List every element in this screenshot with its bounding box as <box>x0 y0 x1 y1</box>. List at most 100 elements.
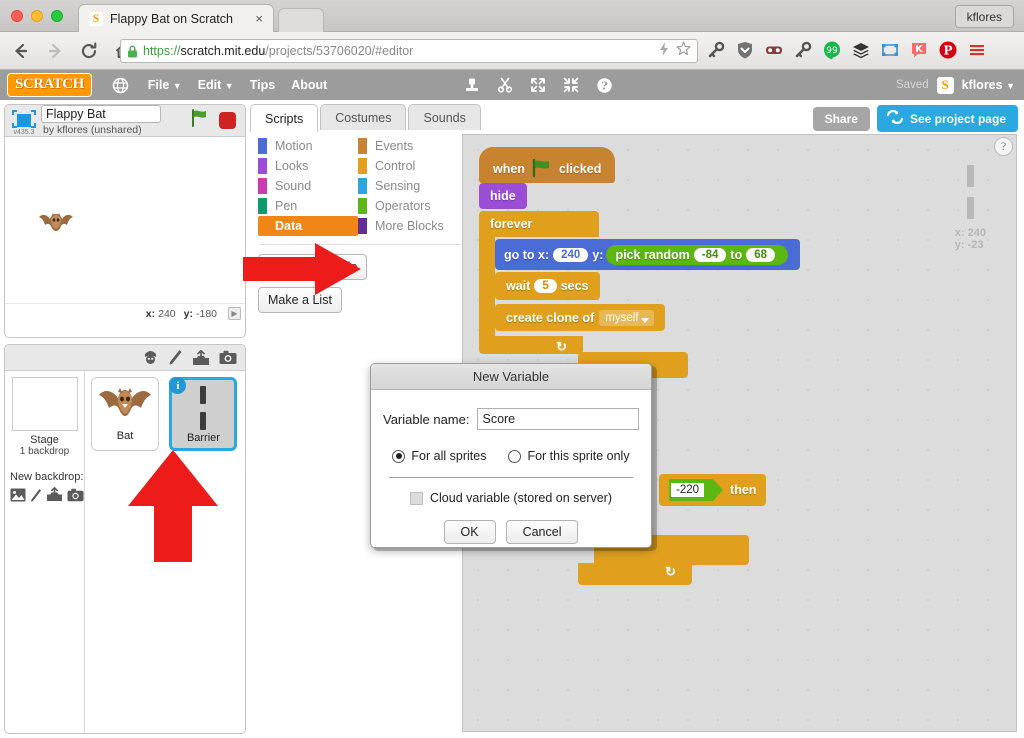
minimize-window-button[interactable] <box>31 10 43 22</box>
grow-icon[interactable] <box>527 74 549 96</box>
clone-target-dropdown[interactable]: myself <box>599 309 655 326</box>
camera-icon[interactable] <box>67 488 84 507</box>
cloud-variable-checkbox[interactable] <box>409 491 423 505</box>
block-hide[interactable]: hide <box>479 183 527 209</box>
browser-profile-button[interactable]: kflores <box>954 5 1014 28</box>
category-data[interactable]: Data <box>258 216 358 236</box>
block-when-flag-clicked[interactable]: when clicked <box>479 147 616 183</box>
forever-left-spine <box>479 237 495 336</box>
new-sprite-icon[interactable] <box>142 349 159 366</box>
k-icon[interactable]: K <box>907 38 931 62</box>
mask-icon[interactable] <box>762 38 786 62</box>
category-operators[interactable]: Operators <box>358 196 458 216</box>
cancel-button[interactable]: Cancel <box>505 520 579 544</box>
maximize-window-button[interactable] <box>51 10 63 22</box>
block-go-to-xy[interactable]: go to x: 240 y: pick random -84 to 68 <box>495 239 801 270</box>
key-icon[interactable] <box>704 38 728 62</box>
radio-for-all-sprites[interactable]: For all sprites <box>392 449 486 463</box>
block-forever[interactable]: forever <box>479 211 599 237</box>
ok-button[interactable]: OK <box>443 520 496 544</box>
shield-icon[interactable] <box>733 38 757 62</box>
if-value-input[interactable]: -220 <box>671 483 705 497</box>
forward-arrow-icon[interactable] <box>42 38 68 64</box>
layers-icon[interactable] <box>849 38 873 62</box>
category-more-blocks[interactable]: More Blocks <box>358 216 458 236</box>
menu-edit[interactable]: Edit ▼ <box>198 78 234 92</box>
svg-text:K: K <box>915 44 924 55</box>
variable-name-input[interactable]: Score <box>477 408 639 430</box>
block-hidden-foot[interactable]: ↻ <box>578 563 692 585</box>
category-sound[interactable]: Sound <box>258 176 358 196</box>
tab-sounds[interactable]: Sounds <box>408 104 481 130</box>
stage-expand-arrow[interactable]: ▶ <box>228 307 241 320</box>
menu-about[interactable]: About <box>291 78 327 92</box>
pick-random-to-input[interactable]: 68 <box>746 247 776 262</box>
close-icon[interactable]: × <box>255 11 263 26</box>
share-button[interactable]: Share <box>812 106 870 131</box>
category-control[interactable]: Control <box>358 156 458 176</box>
block-if-then[interactable]: -220 then <box>659 474 767 506</box>
small-stage-layout-icon[interactable]: v435.3 <box>11 108 37 136</box>
globe-icon[interactable] <box>110 74 132 96</box>
stop-icon[interactable] <box>219 112 236 129</box>
block-create-clone[interactable]: create clone of myself <box>495 304 666 331</box>
paint-icon[interactable] <box>30 488 42 507</box>
stage-canvas[interactable] <box>5 137 245 303</box>
category-events[interactable]: Events <box>358 136 458 156</box>
category-looks[interactable]: Looks <box>258 156 358 176</box>
see-project-page-button[interactable]: See project page <box>876 105 1018 132</box>
new-backdrop-label: New backdrop: <box>10 471 84 483</box>
category-sensing[interactable]: Sensing <box>358 176 458 196</box>
menu-tips[interactable]: Tips <box>250 78 275 92</box>
upload-sprite-icon[interactable] <box>192 349 210 366</box>
radio-for-this-sprite-only[interactable]: For this sprite only <box>508 449 630 463</box>
lightning-icon[interactable] <box>658 41 670 61</box>
library-icon[interactable] <box>10 488 26 507</box>
pick-random-from-input[interactable]: -84 <box>693 247 727 262</box>
account-menu[interactable]: kflores ▼ <box>962 78 1015 92</box>
goto-x-input[interactable]: 240 <box>553 247 589 262</box>
address-bar[interactable]: https://scratch.mit.edu/projects/5370602… <box>120 39 698 63</box>
stage-thumbnail[interactable] <box>11 377 78 431</box>
back-arrow-icon[interactable] <box>8 38 34 64</box>
hangouts-icon[interactable]: 99 <box>820 38 844 62</box>
cut-scissors-icon[interactable] <box>494 74 516 96</box>
block-wait-secs[interactable]: wait 5 secs <box>495 272 600 300</box>
stage-coordinates: x: 240 y: -180 ▶ <box>5 303 245 323</box>
key2-icon[interactable] <box>791 38 815 62</box>
category-motion[interactable]: Motion <box>258 136 358 156</box>
tab-scripts[interactable]: Scripts <box>250 104 319 132</box>
canvas-help-button[interactable]: ? <box>994 137 1013 156</box>
bookmark-star-icon[interactable] <box>676 41 691 61</box>
close-window-button[interactable] <box>11 10 23 22</box>
avatar[interactable]: S <box>936 76 954 94</box>
url-host: scratch.mit.edu <box>180 44 266 58</box>
pinterest-icon[interactable]: P <box>936 38 960 62</box>
tab-costumes[interactable]: Costumes <box>320 104 407 130</box>
cloud-variable-row[interactable]: Cloud variable (stored on server) <box>371 491 651 505</box>
new-tab-button[interactable] <box>278 8 324 32</box>
upload-icon[interactable] <box>46 487 63 507</box>
shrink-icon[interactable] <box>560 74 582 96</box>
project-author: by kflores (unshared) <box>43 124 142 136</box>
window-controls[interactable] <box>11 10 63 22</box>
if-condition-slot[interactable]: -220 <box>669 479 724 501</box>
help-icon[interactable]: ? <box>593 74 615 96</box>
wait-input[interactable]: 5 <box>534 279 557 293</box>
browser-tab[interactable]: S Flappy Bat on Scratch × <box>78 4 274 32</box>
block-pick-random[interactable]: pick random -84 to 68 <box>606 244 789 265</box>
screenshot-icon[interactable] <box>878 38 902 62</box>
menu-file[interactable]: File ▼ <box>148 78 182 92</box>
scratch-logo[interactable]: SCRATCH <box>7 73 92 97</box>
sprite-tile-barrier[interactable]: i Barrier <box>169 377 238 451</box>
menu-icon[interactable] <box>965 38 989 62</box>
paint-sprite-icon[interactable] <box>168 349 183 366</box>
duplicate-stamp-icon[interactable] <box>461 74 483 96</box>
category-pen[interactable]: Pen <box>258 196 358 216</box>
project-name-input[interactable]: Flappy Bat <box>41 105 161 123</box>
camera-sprite-icon[interactable] <box>219 350 237 365</box>
green-flag-icon[interactable] <box>190 109 210 132</box>
reload-icon[interactable] <box>76 38 102 64</box>
sprite-tile-bat[interactable]: Bat <box>91 377 159 451</box>
bat-sprite[interactable] <box>38 209 74 239</box>
